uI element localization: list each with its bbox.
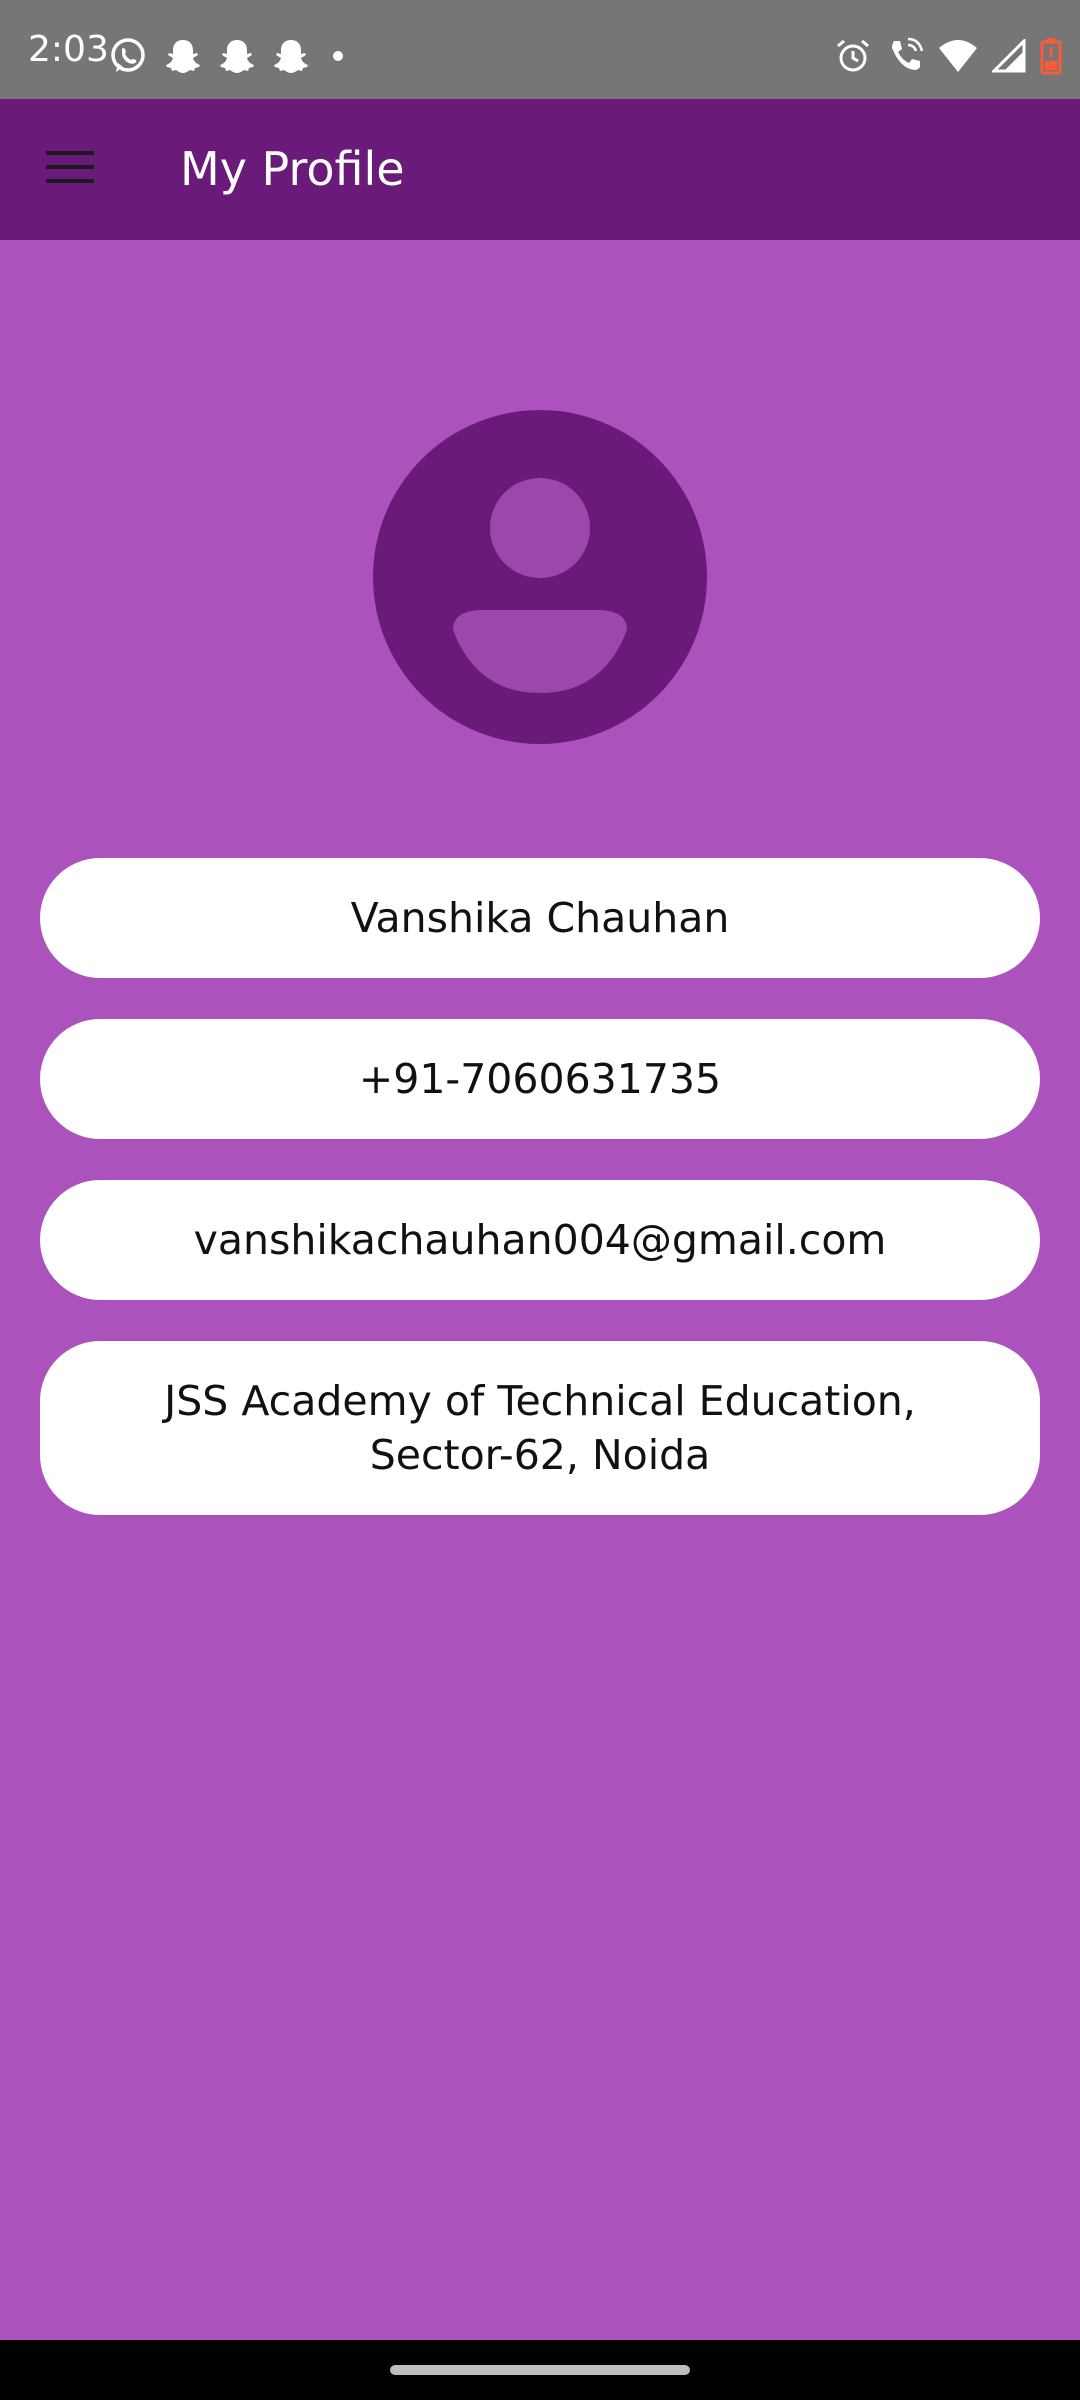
email-field: vanshikachauhan004@gmail.com	[40, 1180, 1040, 1300]
name-field: Vanshika Chauhan	[40, 858, 1040, 978]
wifi-call-icon	[886, 37, 924, 75]
snapchat-icon	[218, 37, 256, 75]
status-bar: 2:03	[0, 0, 1080, 99]
page-title: My Profile	[180, 142, 405, 196]
hamburger-menu-icon	[45, 149, 95, 189]
snapchat-icon	[272, 37, 310, 75]
profile-screen: 2:03 My Profile Vanshika Chauhan +91-706…	[0, 0, 1080, 2400]
dot-icon	[326, 44, 350, 68]
navigation-bar	[0, 2340, 1080, 2400]
app-bar: My Profile	[0, 99, 1080, 240]
person-icon	[373, 410, 707, 744]
menu-button[interactable]	[30, 133, 110, 205]
whatsapp-icon	[108, 36, 148, 76]
status-time: 2:03	[28, 29, 109, 70]
system-icons	[834, 36, 1062, 76]
home-gesture-handle[interactable]	[390, 2365, 690, 2375]
snapchat-icon	[164, 37, 202, 75]
avatar	[373, 410, 707, 744]
phone-field: +91-7060631735	[40, 1019, 1040, 1139]
wifi-icon	[938, 38, 978, 74]
address-field: JSS Academy of Technical Education, Sect…	[40, 1341, 1040, 1515]
alarm-icon	[834, 37, 872, 75]
signal-icon	[992, 39, 1026, 73]
notification-icons	[108, 36, 350, 76]
battery-low-icon	[1040, 37, 1062, 75]
